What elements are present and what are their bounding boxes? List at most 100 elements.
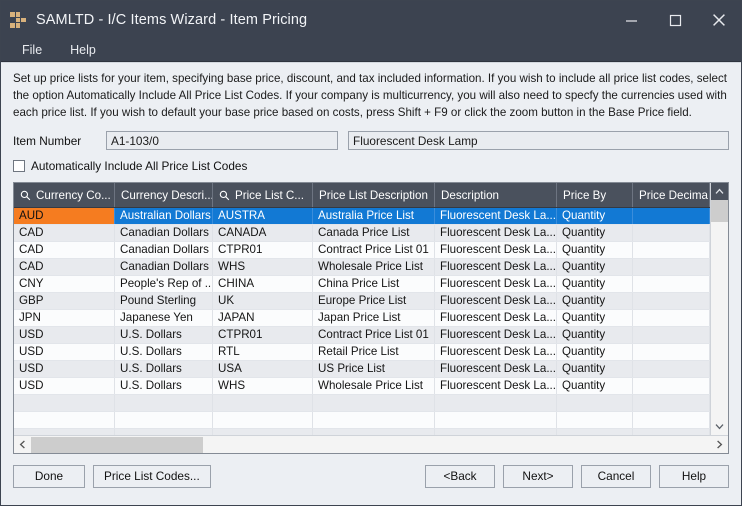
cell-price-decimals[interactable] <box>633 378 710 395</box>
cell-currency-description[interactable]: Canadian Dollars <box>115 259 213 276</box>
cell-price-by[interactable] <box>557 395 633 412</box>
cell-currency-code[interactable]: CAD <box>14 259 115 276</box>
cell-currency-code[interactable]: CAD <box>14 225 115 242</box>
table-row[interactable]: CNY People's Rep of ... CHINA China Price L… <box>14 276 710 294</box>
cell-currency-code[interactable] <box>14 395 115 412</box>
cell-price-decimals[interactable] <box>633 395 710 412</box>
cell-price-list-code[interactable]: CTPR01 <box>213 242 313 259</box>
grid-vertical-scrollbar[interactable] <box>710 183 728 436</box>
cell-currency-code[interactable]: AUD <box>14 208 115 225</box>
cell-description[interactable]: Fluorescent Desk La... <box>435 276 557 293</box>
cell-price-decimals[interactable] <box>633 242 710 259</box>
cell-description[interactable]: Fluorescent Desk La... <box>435 361 557 378</box>
item-number-input[interactable]: A1-103/0 <box>106 131 338 151</box>
table-row[interactable]: CAD Canadian Dollars WHS Wholesale Price Li… <box>14 259 710 277</box>
minimize-icon[interactable] <box>609 1 653 39</box>
table-row[interactable] <box>14 412 710 430</box>
scroll-right-icon[interactable] <box>711 437 728 453</box>
cell-price-by[interactable]: Quantity <box>557 225 633 242</box>
cell-currency-description[interactable]: Japanese Yen <box>115 310 213 327</box>
price-list-codes-button[interactable]: Price List Codes... <box>93 464 211 488</box>
vertical-scroll-track[interactable] <box>711 200 728 419</box>
cell-description[interactable]: Fluorescent Desk La... <box>435 378 557 395</box>
cell-currency-description[interactable]: Pound Sterling <box>115 293 213 310</box>
cell-price-list-description[interactable]: Japan Price List <box>313 310 435 327</box>
auto-include-row[interactable]: Automatically Include All Price List Cod… <box>13 159 729 173</box>
menu-file[interactable]: File <box>11 41 53 59</box>
cell-currency-code[interactable]: JPN <box>14 310 115 327</box>
item-description-input[interactable]: Fluorescent Desk Lamp <box>348 131 729 151</box>
cell-currency-code[interactable]: USD <box>14 378 115 395</box>
cell-price-list-description[interactable]: China Price List <box>313 276 435 293</box>
scroll-up-icon[interactable] <box>711 183 728 201</box>
cell-currency-code[interactable]: USD <box>14 344 115 361</box>
cancel-button[interactable]: Cancel <box>581 464 651 488</box>
cell-price-list-description[interactable]: Contract Price List 01 <box>313 327 435 344</box>
cell-price-list-description[interactable]: Wholesale Price List <box>313 378 435 395</box>
cell-currency-description[interactable]: U.S. Dollars <box>115 327 213 344</box>
cell-price-decimals[interactable] <box>633 225 710 242</box>
table-row[interactable]: CAD Canadian Dollars CTPR01 Contract Price … <box>14 242 710 260</box>
table-row[interactable]: USD U.S. Dollars CTPR01 Contract Price List… <box>14 327 710 345</box>
cell-currency-description[interactable] <box>115 395 213 412</box>
cell-price-list-description[interactable]: Australia Price List <box>313 208 435 225</box>
cell-price-list-code[interactable]: JAPAN <box>213 310 313 327</box>
cell-currency-description[interactable]: U.S. Dollars <box>115 361 213 378</box>
cell-price-list-code[interactable] <box>213 395 313 412</box>
cell-price-decimals[interactable] <box>633 310 710 327</box>
cell-price-list-code[interactable]: AUSTRA <box>213 208 313 225</box>
back-button[interactable]: <Back <box>425 464 495 488</box>
table-row[interactable]: GBP Pound Sterling UK Europe Price List Fluo… <box>14 293 710 311</box>
cell-price-decimals[interactable] <box>633 361 710 378</box>
cell-currency-code[interactable]: USD <box>14 327 115 344</box>
close-icon[interactable] <box>697 1 741 39</box>
cell-currency-description[interactable]: Canadian Dollars <box>115 225 213 242</box>
scroll-left-icon[interactable] <box>14 437 31 453</box>
cell-price-list-description[interactable] <box>313 412 435 429</box>
cell-currency-code[interactable]: CNY <box>14 276 115 293</box>
cell-price-by[interactable]: Quantity <box>557 344 633 361</box>
menu-help[interactable]: Help <box>59 41 107 59</box>
cell-price-by[interactable]: Quantity <box>557 242 633 259</box>
table-row[interactable]: USD U.S. Dollars RTL Retail Price List Fluor… <box>14 344 710 362</box>
cell-price-by[interactable]: Quantity <box>557 259 633 276</box>
cell-price-list-description[interactable]: Retail Price List <box>313 344 435 361</box>
column-header-price-list-description[interactable]: Price List Description <box>313 183 435 208</box>
column-header-price-decimals[interactable]: Price Decima <box>633 183 710 208</box>
cell-price-by[interactable]: Quantity <box>557 276 633 293</box>
grid-horizontal-scrollbar[interactable] <box>14 435 728 454</box>
cell-price-list-description[interactable]: US Price List <box>313 361 435 378</box>
cell-price-decimals[interactable] <box>633 344 710 361</box>
cell-description[interactable] <box>435 412 557 429</box>
table-row[interactable]: USD U.S. Dollars WHS Wholesale Price List Fl… <box>14 378 710 396</box>
vertical-scroll-thumb[interactable] <box>711 200 728 223</box>
cell-currency-description[interactable]: People's Rep of ... <box>115 276 213 293</box>
column-header-price-by[interactable]: Price By <box>557 183 633 208</box>
cell-price-decimals[interactable] <box>633 276 710 293</box>
cell-price-list-description[interactable]: Europe Price List <box>313 293 435 310</box>
cell-description[interactable]: Fluorescent Desk La... <box>435 208 557 225</box>
column-header-currency-code[interactable]: Currency Co... <box>14 183 115 208</box>
cell-description[interactable]: Fluorescent Desk La... <box>435 327 557 344</box>
cell-price-decimals[interactable] <box>633 208 710 225</box>
scroll-down-icon[interactable] <box>711 418 728 436</box>
cell-price-decimals[interactable] <box>633 259 710 276</box>
cell-price-by[interactable]: Quantity <box>557 310 633 327</box>
table-row[interactable]: USD U.S. Dollars USA US Price List Fluoresce… <box>14 361 710 379</box>
cell-price-by[interactable] <box>557 412 633 429</box>
cell-price-list-description[interactable] <box>313 395 435 412</box>
cell-price-by[interactable]: Quantity <box>557 208 633 225</box>
cell-price-list-description[interactable]: Canada Price List <box>313 225 435 242</box>
next-button[interactable]: Next> <box>503 464 573 488</box>
column-header-currency-description[interactable]: Currency Descri... <box>115 183 213 208</box>
cell-price-list-code[interactable]: CANADA <box>213 225 313 242</box>
cell-price-by[interactable]: Quantity <box>557 327 633 344</box>
cell-currency-description[interactable] <box>115 412 213 429</box>
done-button[interactable]: Done <box>13 464 85 488</box>
table-row[interactable]: JPN Japanese Yen JAPAN Japan Price List Fluo… <box>14 310 710 328</box>
cell-price-decimals[interactable] <box>633 293 710 310</box>
cell-price-list-description[interactable]: Wholesale Price List <box>313 259 435 276</box>
auto-include-checkbox[interactable] <box>13 160 25 173</box>
table-row[interactable]: CAD Canadian Dollars CANADA Canada Price Li… <box>14 225 710 243</box>
cell-currency-description[interactable]: U.S. Dollars <box>115 378 213 395</box>
